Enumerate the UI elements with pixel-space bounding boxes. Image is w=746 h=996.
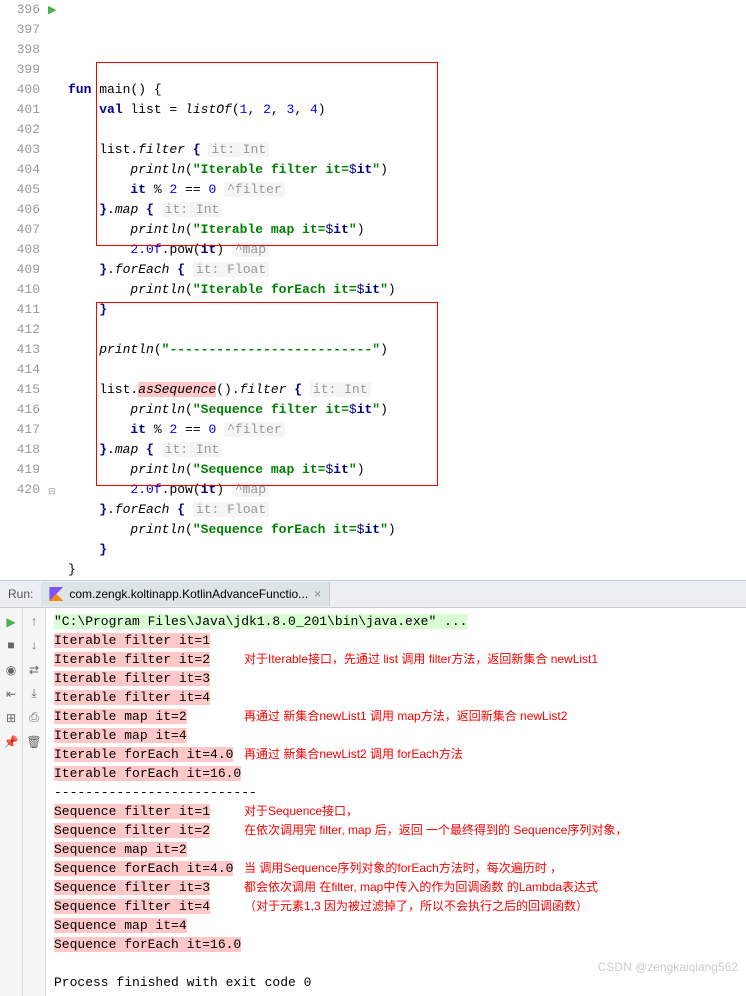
annotation: 再通过 新集合newList1 调用 map方法，返回新集合 newList2 — [244, 707, 567, 726]
rerun-icon[interactable]: ▶ — [3, 614, 19, 630]
annotation: 对于Sequence接口， — [244, 802, 358, 821]
code-line[interactable]: println("Sequence filter it=$it") — [68, 400, 746, 420]
stop-icon[interactable]: ■ — [3, 638, 19, 654]
wrap-icon[interactable]: ⇄ — [26, 662, 42, 678]
watermark: CSDN @zengkaiqiang562 — [598, 960, 738, 974]
output-line: Iterable map it=4 — [54, 726, 738, 745]
output-line: Iterable filter it=4 — [54, 688, 738, 707]
kotlin-icon — [49, 587, 63, 601]
code-line[interactable]: }.forEach { it: Float — [68, 260, 746, 280]
code-line[interactable]: }.map { it: Int — [68, 200, 746, 220]
output-line: Sequence filter it=3都会依次调用 在filter, map中… — [54, 878, 738, 897]
code-line[interactable]: fun main() { — [68, 80, 746, 100]
annotation: 在依次调用完 filter, map 后，返回 一个最终得到的 Sequence… — [244, 821, 627, 840]
camera-icon[interactable]: ◉ — [3, 662, 19, 678]
code-line[interactable]: println("Iterable filter it=$it") — [68, 160, 746, 180]
trash-icon[interactable]: 🗑 — [26, 734, 42, 750]
line-number-gutter: 3963973983994004014024034044054064074084… — [0, 0, 48, 580]
layout-icon[interactable]: ⊞ — [3, 710, 19, 726]
code-editor[interactable]: 3963973983994004014024034044054064074084… — [0, 0, 746, 580]
run-panel: Run: com.zengk.koltinapp.KotlinAdvanceFu… — [0, 580, 746, 996]
output-line: Sequence filter it=1对于Sequence接口， — [54, 802, 738, 821]
code-line[interactable]: 2.0f.pow(it) ^map — [68, 240, 746, 260]
code-line[interactable]: println("Iterable forEach it=$it") — [68, 280, 746, 300]
output-line: Sequence filter it=2在依次调用完 filter, map 后… — [54, 821, 738, 840]
annotation: 再通过 新集合newList2 调用 forEach方法 — [244, 745, 463, 764]
code-line[interactable]: }.forEach { it: Float — [68, 500, 746, 520]
output-line: Iterable forEach it=16.0 — [54, 764, 738, 783]
exit-icon[interactable]: ⇤ — [3, 686, 19, 702]
code-line[interactable]: println("Sequence map it=$it") — [68, 460, 746, 480]
output-line: Sequence map it=4 — [54, 916, 738, 935]
gutter-icons: ▶ ⊟ — [48, 0, 68, 580]
print-icon[interactable]: ⎙ — [26, 710, 42, 726]
code-line[interactable]: val list = listOf(1, 2, 3, 4) — [68, 100, 746, 120]
code-line[interactable]: }.map { it: Int — [68, 440, 746, 460]
code-line[interactable]: println("Sequence forEach it=$it") — [68, 520, 746, 540]
run-tab-title: com.zengk.koltinapp.KotlinAdvanceFunctio… — [69, 587, 308, 601]
up-icon[interactable]: ↑ — [26, 614, 42, 630]
output-line: Iterable filter it=1 — [54, 631, 738, 650]
annotation: 当 调用Sequence序列对象的forEach方法时，每次遍历时 ， — [244, 859, 562, 878]
code-line[interactable]: list.asSequence().filter { it: Int — [68, 380, 746, 400]
close-icon[interactable]: × — [314, 587, 321, 601]
console-output[interactable]: "C:\Program Files\Java\jdk1.8.0_201\bin\… — [46, 608, 746, 996]
code-line[interactable]: println("--------------------------") — [68, 340, 746, 360]
output-line: Sequence filter it=4 （对于元素1,3 因为被过滤掉了，所以… — [54, 897, 738, 916]
annotation: 对于Iterable接口，先通过 list 调用 filter方法，返回新集合 … — [244, 650, 598, 669]
output-line: Sequence map it=2 — [54, 840, 738, 859]
code-line[interactable]: 2.0f.pow(it) ^map — [68, 480, 746, 500]
down-icon[interactable]: ↓ — [26, 638, 42, 654]
annotation: （对于元素1,3 因为被过滤掉了，所以不会执行之后的回调函数） — [244, 897, 588, 916]
annotation: 都会依次调用 在filter, map中传入的作为回调函数 的Lambda表达式 — [244, 878, 598, 897]
code-line[interactable]: } — [68, 560, 746, 580]
code-line[interactable]: list.filter { it: Int — [68, 140, 746, 160]
output-line: Iterable filter it=2对于Iterable接口，先通过 lis… — [54, 650, 738, 669]
code-line[interactable]: it % 2 == 0 ^filter — [68, 180, 746, 200]
code-area[interactable]: fun main() { val list = listOf(1, 2, 3, … — [68, 0, 746, 580]
code-line[interactable] — [68, 320, 746, 340]
run-body: ▶ ■ ◉ ⇤ ⊞ 📌 ↑ ↓ ⇄ ⤓ ⎙ 🗑 "C:\Program File… — [0, 608, 746, 996]
output-line: Iterable forEach it=4.0再通过 新集合newList2 调… — [54, 745, 738, 764]
run-toolbar-2: ↑ ↓ ⇄ ⤓ ⎙ 🗑 — [23, 608, 46, 996]
run-tab[interactable]: com.zengk.koltinapp.KotlinAdvanceFunctio… — [41, 582, 330, 606]
code-line[interactable]: println("Iterable map it=$it") — [68, 220, 746, 240]
code-line[interactable]: } — [68, 540, 746, 560]
run-header: Run: com.zengk.koltinapp.KotlinAdvanceFu… — [0, 581, 746, 608]
code-line[interactable] — [68, 120, 746, 140]
output-line: -------------------------- — [54, 783, 738, 802]
exit-message: Process finished with exit code 0 — [54, 973, 738, 992]
code-line[interactable]: } — [68, 300, 746, 320]
output-line: Iterable filter it=3 — [54, 669, 738, 688]
pin-icon[interactable]: 📌 — [3, 734, 19, 750]
scroll-icon[interactable]: ⤓ — [26, 686, 42, 702]
run-toolbar-left: ▶ ■ ◉ ⇤ ⊞ 📌 — [0, 608, 23, 996]
output-line: Sequence forEach it=16.0 — [54, 935, 738, 954]
output-command: "C:\Program Files\Java\jdk1.8.0_201\bin\… — [54, 612, 738, 631]
code-line[interactable]: it % 2 == 0 ^filter — [68, 420, 746, 440]
output-line: Iterable map it=2再通过 新集合newList1 调用 map方… — [54, 707, 738, 726]
output-line: Sequence forEach it=4.0当 调用Sequence序列对象的… — [54, 859, 738, 878]
run-label: Run: — [0, 587, 41, 601]
code-line[interactable] — [68, 360, 746, 380]
